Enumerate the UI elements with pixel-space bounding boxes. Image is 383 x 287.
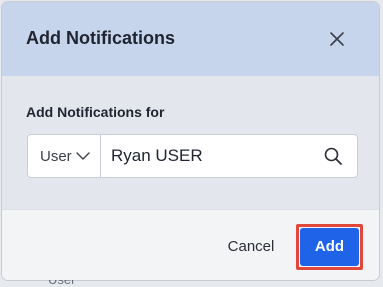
dialog-body: Add Notifications for User <box>2 76 379 209</box>
close-icon <box>330 32 344 46</box>
chevron-down-icon <box>76 152 90 160</box>
recipient-field: User <box>27 134 358 178</box>
add-notifications-dialog: Add Notifications Add Notifications for … <box>2 2 379 280</box>
dialog-title: Add Notifications <box>26 28 175 48</box>
close-button[interactable] <box>326 28 348 50</box>
search-icon <box>324 147 342 165</box>
field-label: Add Notifications for <box>26 104 165 120</box>
search-button[interactable] <box>323 146 343 166</box>
cancel-button[interactable]: Cancel <box>220 230 282 264</box>
recipient-search-input[interactable] <box>101 135 317 177</box>
recipient-type-value: User <box>40 148 72 165</box>
dialog-header: Add Notifications <box>2 2 379 76</box>
recipient-type-select[interactable]: User <box>28 135 101 177</box>
add-button[interactable]: Add <box>300 228 359 266</box>
dialog-footer: Cancel Add <box>2 209 379 280</box>
